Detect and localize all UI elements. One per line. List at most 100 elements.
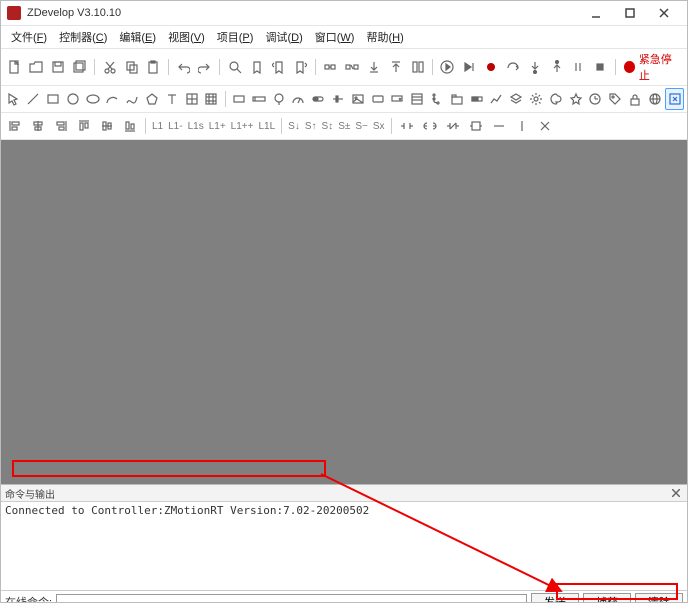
capture-button[interactable]: 捕获 — [583, 593, 631, 603]
bookmark-icon[interactable] — [246, 56, 267, 78]
step-out-icon[interactable] — [546, 56, 567, 78]
ld-sd[interactable]: S↓ — [286, 116, 302, 136]
ld-spm[interactable]: S± — [336, 116, 352, 136]
clear-button[interactable]: 清除 — [635, 593, 683, 603]
disconnect-icon[interactable] — [342, 56, 363, 78]
pause-icon[interactable] — [568, 56, 589, 78]
ld-l1p[interactable]: L1+ — [207, 116, 228, 136]
breakpoint-icon[interactable] — [481, 56, 502, 78]
step-over-icon[interactable] — [502, 56, 523, 78]
arc-icon[interactable] — [103, 88, 122, 110]
zoom-fit-icon[interactable] — [665, 88, 684, 110]
stop-icon[interactable] — [590, 56, 611, 78]
switch-icon[interactable] — [309, 88, 328, 110]
step-into-icon[interactable] — [524, 56, 545, 78]
open-file-icon[interactable] — [26, 56, 47, 78]
align-top-icon[interactable] — [73, 115, 95, 137]
ellipse-icon[interactable] — [83, 88, 102, 110]
gear-icon[interactable] — [527, 88, 546, 110]
menu-edit[interactable]: 编辑(E) — [113, 27, 162, 47]
picture-icon[interactable] — [348, 88, 367, 110]
input-icon[interactable] — [249, 88, 268, 110]
ld-l1pp[interactable]: L1++ — [229, 116, 256, 136]
paste-icon[interactable] — [143, 56, 164, 78]
ld-l1s[interactable]: L1s — [186, 116, 206, 136]
new-file-icon[interactable] — [4, 56, 25, 78]
find-icon[interactable] — [224, 56, 245, 78]
prev-bookmark-icon[interactable] — [268, 56, 289, 78]
minimize-button[interactable] — [579, 1, 613, 25]
lock-icon[interactable] — [626, 88, 645, 110]
button-widget-icon[interactable] — [368, 88, 387, 110]
rect-icon[interactable] — [44, 88, 63, 110]
tree-icon[interactable] — [428, 88, 447, 110]
list-icon[interactable] — [408, 88, 427, 110]
layers-icon[interactable] — [507, 88, 526, 110]
emergency-stop-button[interactable]: 紧急停止 — [620, 51, 685, 83]
ladder-not-icon[interactable] — [442, 115, 464, 137]
ladder-hline-icon[interactable] — [488, 115, 510, 137]
save-all-icon[interactable] — [70, 56, 91, 78]
menu-controller[interactable]: 控制器(C) — [53, 27, 113, 47]
ladder-delete-icon[interactable] — [534, 115, 556, 137]
align-right-icon[interactable] — [50, 115, 72, 137]
tab-widget-icon[interactable] — [447, 88, 466, 110]
slider-icon[interactable] — [329, 88, 348, 110]
ladder-func-icon[interactable] — [465, 115, 487, 137]
save-icon[interactable] — [48, 56, 69, 78]
menu-view[interactable]: 视图(V) — [162, 27, 211, 47]
menu-window[interactable]: 窗口(W) — [309, 27, 361, 47]
meter-icon[interactable] — [289, 88, 308, 110]
align-bottom-icon[interactable] — [119, 115, 141, 137]
ladder-vline-icon[interactable] — [511, 115, 533, 137]
send-button[interactable]: 发送 — [531, 593, 579, 603]
curve-icon[interactable] — [123, 88, 142, 110]
connect-icon[interactable] — [320, 56, 341, 78]
align-left-icon[interactable] — [4, 115, 26, 137]
output-textarea[interactable]: Connected to Controller:ZMotionRT Versio… — [1, 502, 687, 590]
tag-icon[interactable] — [606, 88, 625, 110]
undo-icon[interactable] — [173, 56, 194, 78]
ld-sm[interactable]: S− — [353, 116, 370, 136]
ladder-contact-icon[interactable] — [396, 115, 418, 137]
align-middle-icon[interactable] — [96, 115, 118, 137]
lamp-icon[interactable] — [269, 88, 288, 110]
close-button[interactable] — [647, 1, 681, 25]
chart-icon[interactable] — [487, 88, 506, 110]
menu-help[interactable]: 帮助(H) — [360, 27, 409, 47]
line-icon[interactable] — [24, 88, 43, 110]
ld-l1[interactable]: L1 — [150, 116, 165, 136]
circle-icon[interactable] — [63, 88, 82, 110]
ld-l1l[interactable]: L1L — [256, 116, 277, 136]
next-bookmark-icon[interactable] — [290, 56, 311, 78]
grid-icon[interactable] — [202, 88, 221, 110]
copy-icon[interactable] — [121, 56, 142, 78]
ladder-coil-icon[interactable] — [419, 115, 441, 137]
menu-file[interactable]: 文件(F) — [5, 27, 53, 47]
align-center-icon[interactable] — [27, 115, 49, 137]
polygon-icon[interactable] — [143, 88, 162, 110]
menu-debug[interactable]: 调试(D) — [259, 27, 308, 47]
ld-l1n[interactable]: L1- — [166, 116, 184, 136]
output-panel-close[interactable] — [669, 486, 683, 500]
maximize-button[interactable] — [613, 1, 647, 25]
ld-su[interactable]: S↑ — [303, 116, 319, 136]
compare-icon[interactable] — [407, 56, 428, 78]
label-icon[interactable] — [230, 88, 249, 110]
star-icon[interactable] — [566, 88, 585, 110]
run-to-icon[interactable] — [459, 56, 480, 78]
table-icon[interactable] — [182, 88, 201, 110]
download-icon[interactable] — [363, 56, 384, 78]
cut-icon[interactable] — [99, 56, 120, 78]
color-icon[interactable] — [546, 88, 565, 110]
ld-sud[interactable]: S↕ — [320, 116, 336, 136]
ld-sx[interactable]: Sx — [371, 116, 387, 136]
pointer-icon[interactable] — [4, 88, 23, 110]
redo-icon[interactable] — [195, 56, 216, 78]
run-icon[interactable] — [437, 56, 458, 78]
menu-project[interactable]: 项目(P) — [211, 27, 260, 47]
combo-icon[interactable] — [388, 88, 407, 110]
online-cmd-input[interactable] — [56, 594, 527, 603]
progress-icon[interactable] — [467, 88, 486, 110]
upload-icon[interactable] — [385, 56, 406, 78]
